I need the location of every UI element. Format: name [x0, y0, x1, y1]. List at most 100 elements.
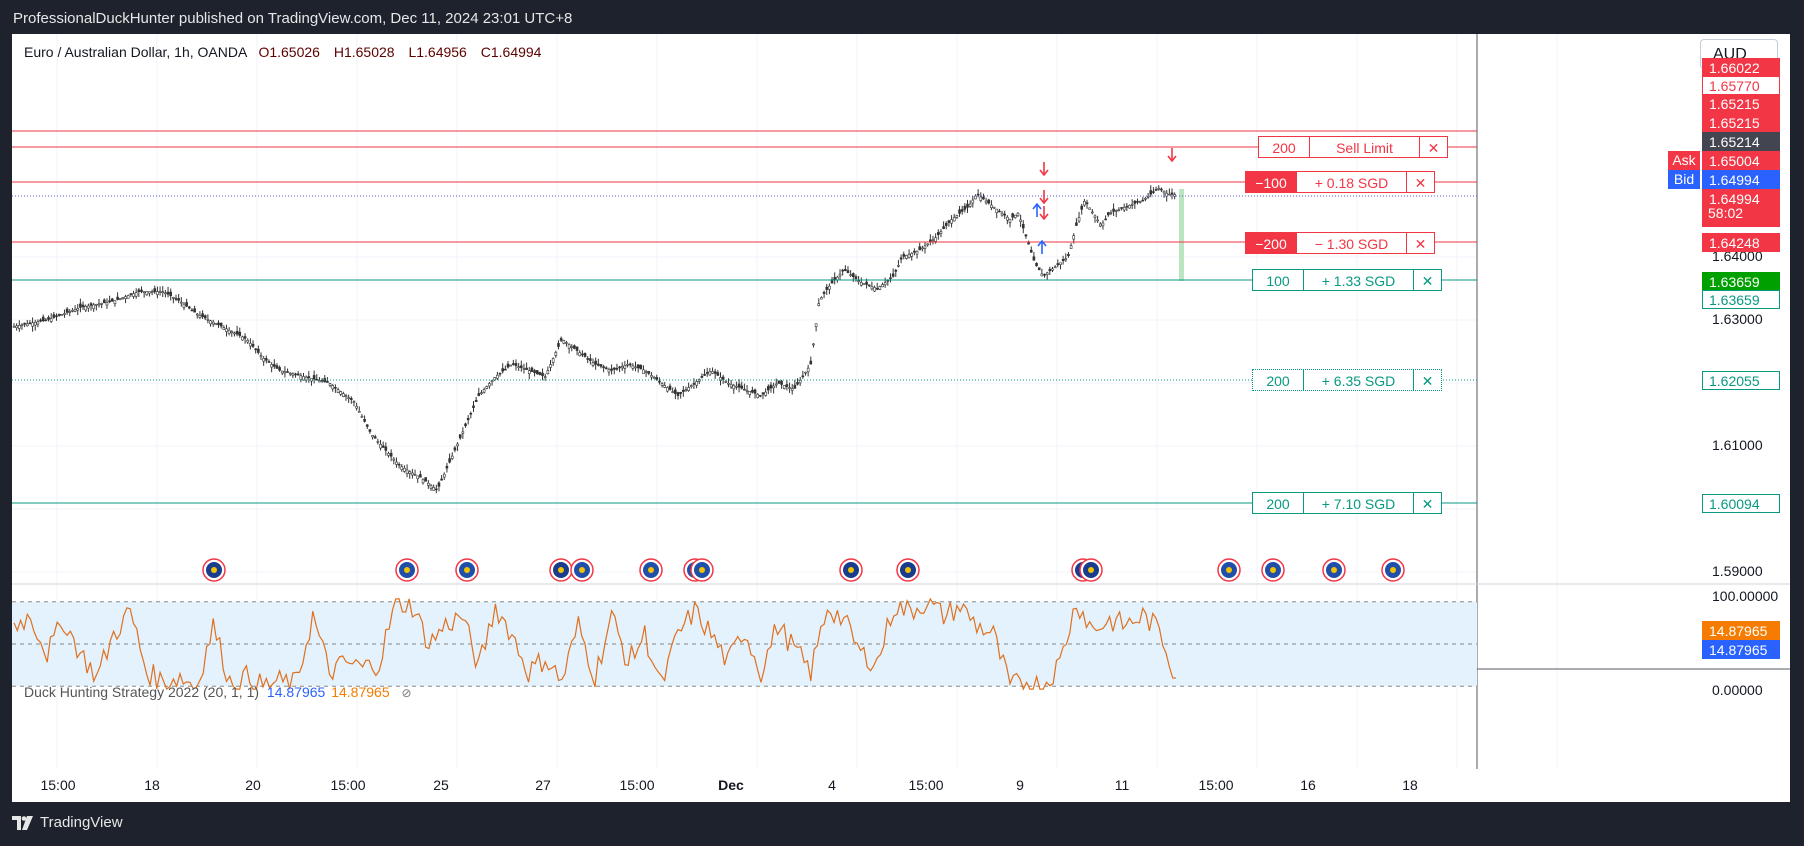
tradingview-logo-icon	[12, 815, 33, 830]
indicator-tick: 0.00000	[1712, 682, 1763, 698]
order-qty[interactable]: −100	[1246, 172, 1296, 192]
candle-body	[198, 315, 202, 318]
candle-body	[371, 434, 374, 438]
close-icon[interactable]: ✕	[1413, 493, 1441, 513]
close-icon[interactable]: ✕	[1419, 137, 1447, 157]
candle-body	[764, 391, 767, 396]
order-qty[interactable]: 200	[1253, 370, 1303, 390]
candle-body	[602, 366, 605, 369]
candle-body	[825, 286, 829, 290]
candle-body	[1040, 273, 1044, 277]
order-qty[interactable]: 100	[1253, 270, 1303, 290]
candle-body	[777, 380, 781, 384]
indicator-value-1: 14.87965	[266, 684, 326, 700]
candle-body	[466, 417, 470, 421]
order-qty[interactable]: 200	[1259, 137, 1309, 157]
order-pnl[interactable]: + 0.18 SGD	[1296, 172, 1406, 192]
candle-body	[150, 291, 154, 293]
candle-body	[57, 314, 61, 316]
order-qty[interactable]: −200	[1246, 233, 1296, 253]
candle-body	[262, 358, 265, 362]
time-tick: 18	[144, 777, 160, 793]
candle-body	[1128, 205, 1131, 209]
event-flag-dot	[905, 567, 911, 573]
price-label: 1.65214	[1702, 132, 1780, 151]
candle-body	[711, 371, 714, 374]
order-label[interactable]: 200 + 7.10 SGD ✕	[1252, 492, 1442, 514]
event-flag-dot	[579, 567, 585, 573]
close-icon[interactable]: ✕	[1413, 270, 1441, 290]
order-label[interactable]: −200− 1.30 SGD ✕	[1245, 232, 1435, 254]
down-arrow-icon	[1039, 206, 1049, 221]
candle-body	[812, 343, 815, 346]
candle-body	[867, 284, 871, 287]
order-label[interactable]: 200 Sell Limit ✕	[1258, 136, 1448, 158]
candle-body	[567, 344, 571, 349]
order-pnl[interactable]: Sell Limit	[1309, 137, 1419, 157]
candle-body	[456, 443, 459, 447]
candle-body	[660, 383, 664, 386]
candle-body	[403, 467, 406, 472]
candle-body	[344, 395, 348, 397]
candle-body	[47, 317, 50, 320]
candle-body	[251, 343, 255, 347]
order-qty[interactable]: 200	[1253, 493, 1303, 513]
price-label: 1.65770	[1702, 76, 1780, 95]
order-label[interactable]: −100 + 0.18 SGD ✕	[1245, 171, 1435, 193]
publisher-header: ProfessionalDuckHunter published on Trad…	[0, 0, 1804, 34]
candle-body	[89, 303, 93, 306]
candle-body	[501, 368, 505, 372]
tradingview-logo[interactable]: TradingView	[12, 814, 123, 831]
close-icon[interactable]: ✕	[1406, 233, 1434, 253]
candle-body	[331, 385, 335, 390]
candle-body	[851, 273, 855, 277]
candle-body	[774, 383, 778, 386]
event-flag-dot	[1390, 567, 1396, 573]
candle-body	[838, 273, 842, 277]
candle-body	[1096, 219, 1099, 222]
candle-body	[1008, 218, 1012, 223]
order-pnl[interactable]: + 6.35 SGD	[1303, 370, 1413, 390]
event-flag-dot	[1270, 567, 1276, 573]
candle-body	[121, 297, 125, 299]
candle-body	[219, 322, 223, 327]
order-pnl[interactable]: + 7.10 SGD	[1303, 493, 1413, 513]
publisher-line: ProfessionalDuckHunter published on Trad…	[13, 10, 573, 27]
candle-body	[612, 367, 616, 370]
order-pnl[interactable]: − 1.30 SGD	[1296, 233, 1406, 253]
candle-body	[512, 363, 515, 365]
candle-body	[636, 364, 640, 369]
candle-body	[692, 383, 696, 385]
candle-body	[222, 327, 226, 330]
candle-body	[687, 387, 690, 391]
eye-slash-icon[interactable]: ⊘	[402, 686, 412, 700]
candle-body	[235, 330, 239, 335]
order-label[interactable]: 100 + 1.33 SGD ✕	[1252, 269, 1442, 291]
candle-body	[931, 239, 935, 242]
candle-body	[905, 255, 908, 259]
candle-body	[469, 412, 473, 415]
candle-body	[966, 203, 969, 208]
bid-tag: Bid	[1668, 170, 1700, 189]
order-pnl[interactable]: + 1.33 SGD	[1303, 270, 1413, 290]
candle-body	[206, 319, 210, 321]
indicator-name[interactable]: Duck Hunting Strategy 2022 (20, 1, 1)	[24, 684, 259, 700]
candle-body	[1069, 245, 1073, 249]
order-label[interactable]: 200 + 6.35 SGD ✕	[1252, 369, 1442, 391]
candle-body	[73, 309, 77, 312]
candle-body	[899, 257, 903, 260]
close-icon[interactable]: ✕	[1413, 370, 1441, 390]
time-tick: 15:00	[40, 777, 76, 793]
candle-body	[413, 474, 417, 476]
candle-body	[286, 371, 289, 373]
candle-body	[267, 361, 271, 363]
chart-frame[interactable]: Euro / Australian Dollar, 1h, OANDA O1.6…	[12, 34, 1790, 802]
candle-body	[211, 321, 215, 325]
candle-body	[1045, 272, 1049, 275]
close-icon[interactable]: ✕	[1406, 172, 1434, 192]
candle-body	[424, 477, 427, 482]
candle-body	[663, 385, 667, 388]
candle-body	[923, 245, 927, 249]
candle-body	[878, 286, 882, 290]
event-flag-dot	[558, 567, 564, 573]
